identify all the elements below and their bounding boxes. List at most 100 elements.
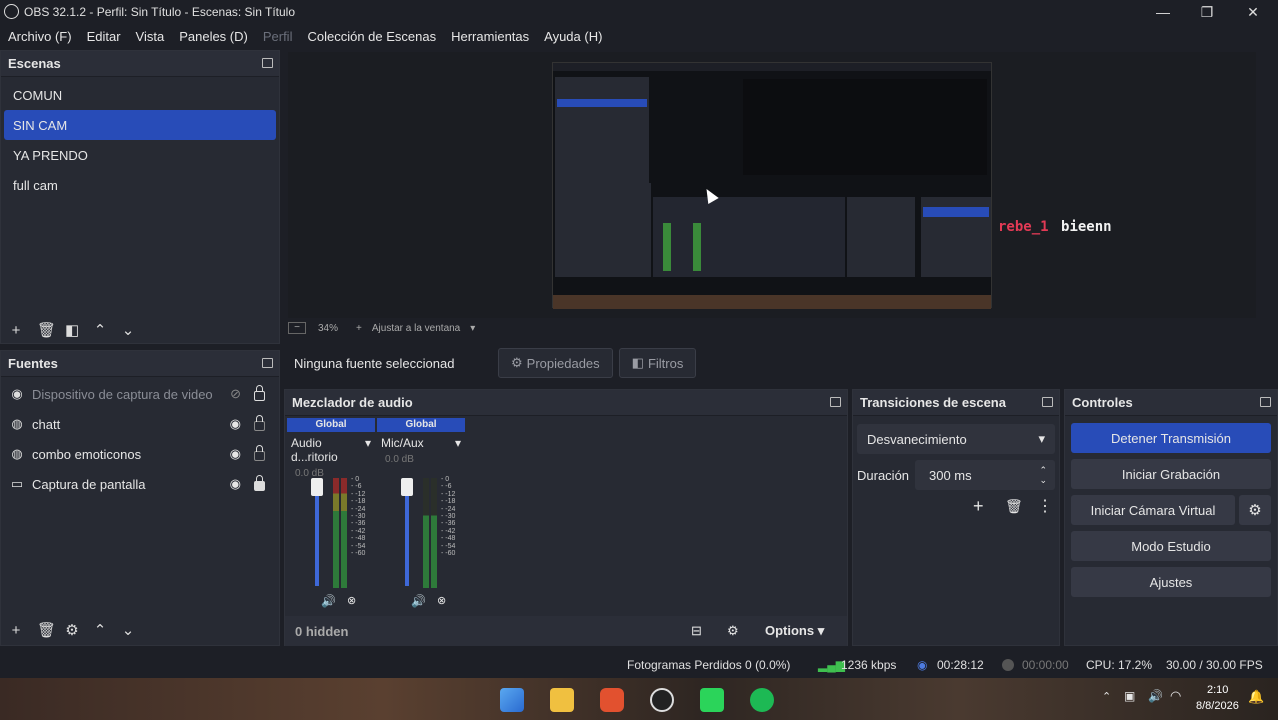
- volume-icon[interactable]: 🔊: [1148, 689, 1163, 703]
- scene-item-ya-prendo[interactable]: YA PRENDO: [4, 140, 276, 170]
- headphones-off-icon[interactable]: ⊗: [347, 594, 356, 607]
- add-scene-icon[interactable]: +: [9, 322, 23, 339]
- move-up-icon[interactable]: ⌃: [93, 321, 107, 339]
- chevron-down-icon[interactable]: ▾: [470, 323, 475, 334]
- brave-browser-icon[interactable]: [600, 688, 624, 712]
- options-button[interactable]: Options ▾: [765, 623, 824, 639]
- speaker-icon[interactable]: 🔊: [411, 594, 426, 608]
- close-button[interactable]: ✕: [1238, 2, 1268, 22]
- zoom-out-icon[interactable]: −: [288, 322, 306, 334]
- source-item[interactable]: ▭ Captura de pantalla ◉: [1, 469, 279, 499]
- db-scale-tick: - 0: [351, 476, 360, 483]
- file-explorer-icon[interactable]: [550, 688, 574, 712]
- lock-icon[interactable]: [254, 415, 265, 431]
- gear-icon: ⚙: [511, 355, 523, 370]
- scene-item-full-cam[interactable]: full cam: [4, 170, 276, 200]
- lock-icon[interactable]: [254, 385, 265, 401]
- db-scale-tick: - -30: [441, 513, 456, 521]
- fit-to-window-label[interactable]: Ajustar a la ventana: [372, 323, 460, 334]
- spotify-icon[interactable]: [750, 688, 774, 712]
- stream-time: 00:28:12: [937, 658, 984, 672]
- sources-dock: Fuentes ◉ Dispositivo de captura de vide…: [0, 350, 280, 646]
- hidden-eye-icon[interactable]: ⊘: [230, 386, 241, 402]
- undock-icon[interactable]: [1260, 397, 1271, 407]
- menu-scene-collection[interactable]: Colección de Escenas: [307, 29, 436, 44]
- properties-label: Propiedades: [526, 355, 600, 371]
- scene-filters-icon[interactable]: ◧: [65, 321, 79, 339]
- channel-name-dropdown[interactable]: Mic/Aux ▾: [377, 432, 465, 454]
- db-scale-tick: - -54: [441, 542, 456, 550]
- add-transition-icon[interactable]: +: [973, 496, 984, 517]
- tray-chevron-icon[interactable]: ⌃: [1102, 690, 1111, 703]
- menu-docks[interactable]: Paneles (D): [179, 29, 248, 44]
- duration-spinbox[interactable]: 300 ms ⌃ ⌄: [915, 460, 1055, 490]
- kick-icon[interactable]: [700, 688, 724, 712]
- menu-edit[interactable]: Editar: [87, 29, 121, 44]
- mixer-title: Mezclador de audio: [292, 395, 413, 410]
- properties-button[interactable]: ⚙ Propiedades: [498, 348, 613, 378]
- start-virtual-camera-button[interactable]: Iniciar Cámara Virtual: [1071, 495, 1235, 525]
- transitions-dock: Transiciones de escena Desvanecimiento ▾…: [852, 389, 1060, 646]
- clock-date[interactable]: 8/8/2026: [1196, 700, 1239, 712]
- windows-start-icon[interactable]: [500, 688, 524, 712]
- layout-icon[interactable]: ⊟: [691, 623, 702, 639]
- menu-help[interactable]: Ayuda (H): [544, 29, 602, 44]
- source-item[interactable]: ◉ Dispositivo de captura de video ⊘: [1, 379, 279, 409]
- transitions-title: Transiciones de escena: [860, 395, 1006, 410]
- move-down-icon[interactable]: ⌄: [121, 321, 135, 339]
- channel-name-dropdown[interactable]: Audio d...ritorio ▾: [287, 432, 375, 468]
- volume-slider-handle[interactable]: [311, 478, 323, 496]
- eye-icon[interactable]: ◉: [230, 476, 241, 492]
- add-source-icon[interactable]: +: [9, 622, 23, 639]
- menu-view[interactable]: Vista: [136, 29, 165, 44]
- transition-select[interactable]: Desvanecimiento ▾: [857, 424, 1055, 454]
- remove-transition-icon[interactable]: 🗑: [1005, 498, 1023, 515]
- advanced-audio-icon[interactable]: ⚙: [727, 623, 739, 639]
- gear-icon: ⚙: [1248, 502, 1262, 519]
- volume-slider-handle[interactable]: [401, 478, 413, 496]
- move-down-icon[interactable]: ⌄: [121, 621, 135, 639]
- remove-source-icon[interactable]: 🗑: [37, 621, 56, 639]
- level-meter: [431, 478, 437, 588]
- speaker-icon[interactable]: 🔊: [321, 594, 336, 608]
- scene-item-comun[interactable]: COMUN: [4, 80, 276, 110]
- headphones-off-icon[interactable]: ⊗: [437, 594, 446, 607]
- wifi-icon[interactable]: ◠: [1170, 688, 1181, 704]
- undock-icon[interactable]: [1042, 397, 1053, 407]
- studio-mode-button[interactable]: Modo Estudio: [1071, 531, 1271, 561]
- spin-arrows-icon[interactable]: ⌃ ⌄: [1039, 465, 1047, 485]
- undock-icon[interactable]: [830, 397, 841, 407]
- menu-file[interactable]: Archivo (F): [8, 29, 72, 44]
- source-properties-icon[interactable]: ⚙: [65, 621, 79, 639]
- stream-icon: ◉: [917, 658, 928, 672]
- eye-icon[interactable]: ◉: [230, 416, 241, 432]
- channel-tag: Global: [287, 418, 375, 432]
- eye-icon[interactable]: ◉: [230, 446, 241, 462]
- menu-tools[interactable]: Herramientas: [451, 29, 529, 44]
- start-recording-button[interactable]: Iniciar Grabación: [1071, 459, 1271, 489]
- remove-scene-icon[interactable]: 🗑: [37, 321, 56, 339]
- zoom-in-icon[interactable]: +: [356, 323, 362, 334]
- lock-icon[interactable]: [254, 475, 265, 491]
- clock-time[interactable]: 2:10: [1207, 684, 1228, 696]
- maximize-button[interactable]: ❐: [1192, 2, 1222, 22]
- source-item[interactable]: ◍ combo emoticonos ◉: [1, 439, 279, 469]
- tray-app-icon[interactable]: ▣: [1124, 689, 1135, 703]
- undock-icon[interactable]: [262, 58, 273, 68]
- more-options-icon[interactable]: ⋮: [1037, 496, 1053, 516]
- source-item[interactable]: ◍ chatt ◉: [1, 409, 279, 439]
- undock-icon[interactable]: [262, 358, 273, 368]
- stop-streaming-button[interactable]: Detener Transmisión: [1071, 423, 1271, 453]
- preview-canvas[interactable]: rebe_1 bieenn: [288, 52, 1256, 318]
- obs-taskbar-icon[interactable]: [650, 688, 674, 712]
- minimize-button[interactable]: —: [1148, 2, 1178, 22]
- filters-button[interactable]: ◧ Filtros: [618, 348, 697, 378]
- move-up-icon[interactable]: ⌃: [93, 621, 107, 639]
- virtual-camera-settings-button[interactable]: ⚙: [1239, 495, 1271, 525]
- channel-db: 0.0 dB: [385, 454, 414, 465]
- nested-screen-capture: [552, 62, 992, 309]
- scene-item-sin-cam[interactable]: SIN CAM: [4, 110, 276, 140]
- lock-icon[interactable]: [254, 445, 265, 461]
- notification-bell-icon[interactable]: 🔔: [1248, 689, 1264, 705]
- settings-button[interactable]: Ajustes: [1071, 567, 1271, 597]
